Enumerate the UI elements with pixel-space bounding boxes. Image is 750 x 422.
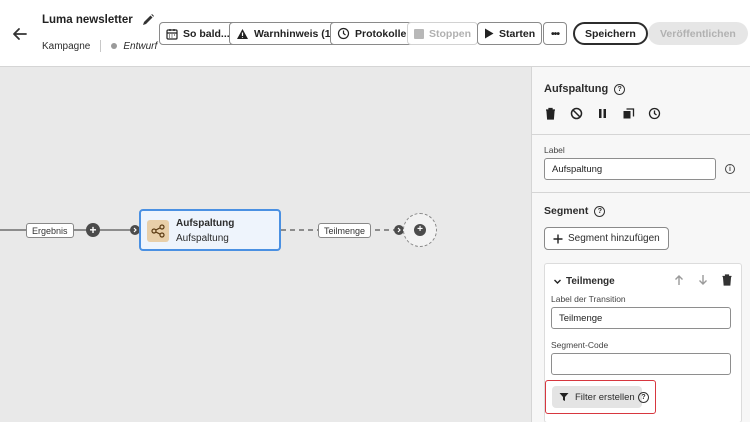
pencil-icon[interactable] xyxy=(141,13,155,27)
stop-button[interactable]: Stoppen xyxy=(407,22,478,45)
segment-code-label: Segment-Code xyxy=(551,340,609,350)
copy-icon[interactable] xyxy=(622,107,635,120)
save-label: Speichern xyxy=(585,27,636,40)
add-activity-placeholder[interactable]: + xyxy=(403,213,437,247)
chevron-down-icon xyxy=(554,279,561,284)
segment-section-title: Segment ? xyxy=(544,205,606,217)
transition-label-label: Label der Transition xyxy=(551,294,626,304)
disable-icon[interactable] xyxy=(570,107,583,120)
plus-icon xyxy=(553,234,563,243)
start-label: Starten xyxy=(499,27,536,40)
start-button[interactable]: Starten xyxy=(477,22,543,45)
trash-icon[interactable] xyxy=(721,274,733,286)
properties-panel: Aufspaltung ? Label Aufspaltung i Segmen… xyxy=(531,67,750,422)
add-segment-button[interactable]: Segment hinzufügen xyxy=(544,227,669,250)
arrow-down-icon[interactable] xyxy=(697,274,709,286)
campaign-meta: Kampagne Entwurf xyxy=(42,40,157,52)
schedule-button[interactable]: So bald... xyxy=(159,22,237,45)
transition-label-input[interactable]: Teilmenge xyxy=(551,307,731,329)
calendar-icon xyxy=(166,28,178,40)
edge-label-result[interactable]: Ergebnis xyxy=(26,223,74,238)
divider xyxy=(532,134,750,135)
warning-icon xyxy=(237,28,248,39)
segment-code-input[interactable] xyxy=(551,353,731,375)
create-filter-button[interactable]: Filter erstellen xyxy=(552,386,642,408)
more-icon: ••• xyxy=(551,27,560,40)
warning-button[interactable]: Warnhinweis (1) xyxy=(229,22,342,45)
panel-toolbar xyxy=(544,107,661,120)
panel-title-row: Aufspaltung ? xyxy=(544,83,626,95)
history-icon[interactable] xyxy=(648,107,661,120)
label-input[interactable]: Aufspaltung xyxy=(544,158,716,180)
node-title: Aufspaltung xyxy=(176,218,235,229)
pause-icon[interactable] xyxy=(596,107,609,120)
split-activity-icon xyxy=(147,220,169,242)
segment-card-actions xyxy=(673,274,733,286)
segment-card: Teilmenge Label der Transition Teilmenge… xyxy=(544,263,742,422)
workflow-canvas[interactable]: Ergebnis + Aufspaltung Aufspaltung Teilm… xyxy=(0,67,531,422)
segment-card-header[interactable]: Teilmenge xyxy=(553,276,615,287)
edge-label-subset[interactable]: Teilmenge xyxy=(318,223,372,238)
schedule-label: So bald... xyxy=(183,27,230,40)
arrow-up-icon[interactable] xyxy=(673,274,685,286)
trash-icon[interactable] xyxy=(544,107,557,120)
filter-icon xyxy=(559,393,569,401)
status-dot xyxy=(111,43,118,49)
add-segment-label: Segment hinzufügen xyxy=(568,233,660,244)
create-filter-label: Filter erstellen xyxy=(575,391,635,403)
logs-label: Protokolle xyxy=(355,27,407,40)
help-icon[interactable]: ? xyxy=(594,205,606,217)
split-activity-node[interactable]: Aufspaltung Aufspaltung xyxy=(139,209,281,251)
logs-button[interactable]: Protokolle xyxy=(330,22,414,45)
top-bar: Luma newsletter Kampagne Entwurf So bald… xyxy=(0,0,750,67)
plus-icon: + xyxy=(414,224,426,236)
label-field-label: Label xyxy=(544,145,565,155)
segment-title: Segment xyxy=(544,205,589,217)
campaign-title-row: Luma newsletter xyxy=(42,13,155,27)
stop-icon xyxy=(414,28,424,39)
divider xyxy=(532,192,750,193)
stop-label: Stoppen xyxy=(429,27,471,40)
history-icon xyxy=(337,27,350,40)
back-arrow-icon[interactable] xyxy=(10,24,30,44)
campaign-title: Luma newsletter xyxy=(42,14,133,26)
panel-title: Aufspaltung xyxy=(544,83,609,95)
segment-card-title: Teilmenge xyxy=(566,276,615,287)
more-button[interactable]: ••• xyxy=(543,22,568,45)
publish-button[interactable]: Veröffentlichen xyxy=(648,22,748,45)
info-icon[interactable]: i xyxy=(725,164,735,174)
warning-label: Warnhinweis (1) xyxy=(254,27,335,40)
help-icon[interactable]: ? xyxy=(638,392,649,403)
campaign-type: Kampagne xyxy=(42,40,91,52)
add-activity-plus-icon[interactable]: + xyxy=(86,223,100,237)
status-badge: Entwurf xyxy=(123,40,158,52)
node-subtitle: Aufspaltung xyxy=(176,233,229,244)
publish-label: Veröffentlichen xyxy=(660,27,736,40)
divider xyxy=(100,40,102,52)
filter-highlight: Filter erstellen ? xyxy=(545,380,656,414)
play-icon xyxy=(485,28,494,39)
save-button[interactable]: Speichern xyxy=(573,22,648,45)
help-icon[interactable]: ? xyxy=(614,83,626,95)
